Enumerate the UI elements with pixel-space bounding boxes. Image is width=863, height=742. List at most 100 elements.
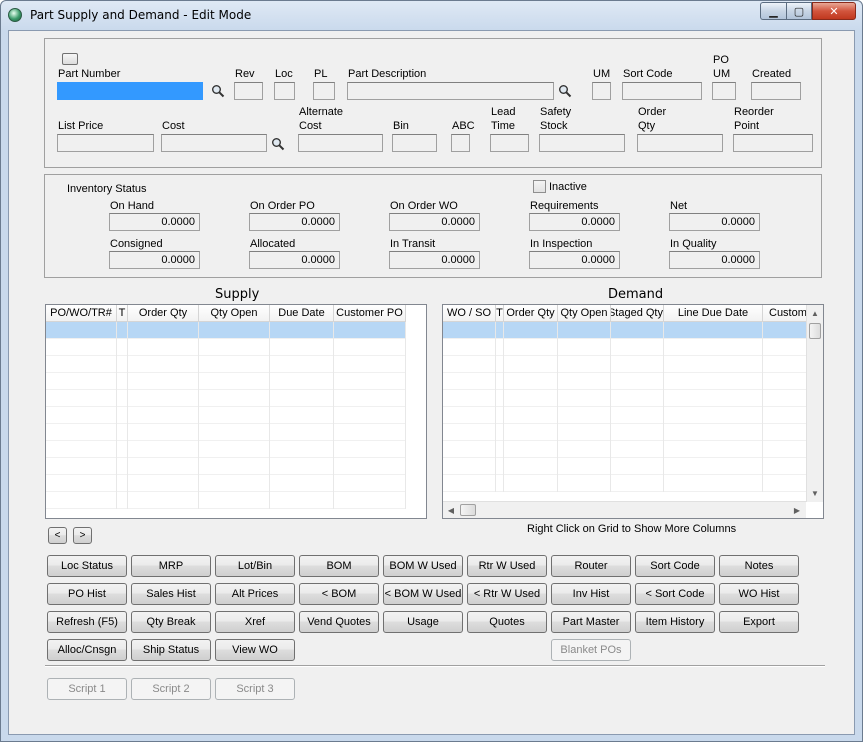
demand-col-header[interactable]: WO / SO bbox=[443, 305, 496, 322]
mrp-button[interactable]: MRP bbox=[131, 555, 211, 577]
demand-vertical-scrollbar[interactable]: ▲ ▼ bbox=[806, 305, 823, 502]
table-cell[interactable] bbox=[763, 441, 808, 458]
table-cell[interactable] bbox=[128, 492, 199, 509]
table-cell[interactable] bbox=[611, 356, 664, 373]
bom-button[interactable]: BOM bbox=[299, 555, 379, 577]
table-cell[interactable] bbox=[558, 424, 611, 441]
table-cell[interactable] bbox=[664, 373, 763, 390]
table-cell[interactable] bbox=[334, 322, 406, 339]
table-cell[interactable] bbox=[763, 339, 808, 356]
table-cell[interactable] bbox=[199, 441, 270, 458]
table-row[interactable] bbox=[46, 322, 406, 339]
table-cell[interactable] bbox=[443, 424, 496, 441]
table-cell[interactable] bbox=[46, 356, 117, 373]
table-cell[interactable] bbox=[117, 441, 128, 458]
table-cell[interactable] bbox=[443, 441, 496, 458]
bom-w-used-button[interactable]: BOM W Used bbox=[383, 555, 463, 577]
table-cell[interactable] bbox=[763, 373, 808, 390]
table-cell[interactable] bbox=[496, 373, 504, 390]
table-cell[interactable] bbox=[270, 407, 334, 424]
demand-col-header[interactable]: Staged Qty bbox=[611, 305, 664, 322]
table-row[interactable] bbox=[46, 492, 406, 509]
table-cell[interactable] bbox=[334, 475, 406, 492]
table-cell[interactable] bbox=[199, 322, 270, 339]
table-cell[interactable] bbox=[611, 441, 664, 458]
loc-status-button[interactable]: Loc Status bbox=[47, 555, 127, 577]
sort-code-button[interactable]: < Sort Code bbox=[635, 583, 715, 605]
quotes-button[interactable]: Quotes bbox=[467, 611, 547, 633]
loc-field[interactable] bbox=[274, 82, 295, 100]
table-cell[interactable] bbox=[117, 339, 128, 356]
table-cell[interactable] bbox=[611, 390, 664, 407]
bin-field[interactable] bbox=[392, 134, 437, 152]
bom-w-used-button[interactable]: < BOM W Used bbox=[383, 583, 463, 605]
table-cell[interactable] bbox=[504, 458, 558, 475]
part-master-button[interactable]: Part Master bbox=[551, 611, 631, 633]
table-cell[interactable] bbox=[763, 356, 808, 373]
scroll-up-icon[interactable]: ▲ bbox=[807, 305, 823, 322]
table-row[interactable] bbox=[46, 441, 406, 458]
table-cell[interactable] bbox=[496, 356, 504, 373]
supply-col-header[interactable]: T bbox=[117, 305, 128, 322]
demand-hscroll-thumb[interactable] bbox=[460, 504, 476, 516]
demand-col-header[interactable]: Customer bbox=[763, 305, 808, 322]
table-cell[interactable] bbox=[443, 458, 496, 475]
router-button[interactable]: Router bbox=[551, 555, 631, 577]
table-cell[interactable] bbox=[496, 322, 504, 339]
script-2-button[interactable]: Script 2 bbox=[131, 678, 211, 700]
table-cell[interactable] bbox=[664, 407, 763, 424]
table-cell[interactable] bbox=[496, 407, 504, 424]
table-cell[interactable] bbox=[504, 475, 558, 492]
table-cell[interactable] bbox=[664, 390, 763, 407]
demand-vscroll-thumb[interactable] bbox=[809, 323, 821, 339]
prev-button[interactable]: < bbox=[48, 527, 67, 544]
table-cell[interactable] bbox=[117, 407, 128, 424]
supply-col-header[interactable]: Order Qty bbox=[128, 305, 199, 322]
table-cell[interactable] bbox=[611, 322, 664, 339]
table-cell[interactable] bbox=[443, 373, 496, 390]
table-cell[interactable] bbox=[199, 339, 270, 356]
table-row[interactable] bbox=[46, 356, 406, 373]
table-cell[interactable] bbox=[443, 322, 496, 339]
table-row[interactable] bbox=[46, 373, 406, 390]
table-cell[interactable] bbox=[504, 424, 558, 441]
rtr-w-used-button[interactable]: Rtr W Used bbox=[467, 555, 547, 577]
table-row[interactable] bbox=[443, 322, 808, 339]
table-row[interactable] bbox=[443, 458, 808, 475]
table-cell[interactable] bbox=[46, 407, 117, 424]
table-cell[interactable] bbox=[558, 390, 611, 407]
table-row[interactable] bbox=[46, 475, 406, 492]
table-row[interactable] bbox=[443, 373, 808, 390]
table-cell[interactable] bbox=[496, 475, 504, 492]
demand-col-header[interactable]: T bbox=[496, 305, 504, 322]
demand-grid[interactable]: WO / SO T Order Qty Qty Open Staged Qty … bbox=[442, 304, 824, 519]
table-cell[interactable] bbox=[117, 356, 128, 373]
sales-hist-button[interactable]: Sales Hist bbox=[131, 583, 211, 605]
demand-grid-body[interactable] bbox=[443, 322, 808, 492]
ship-status-button[interactable]: Ship Status bbox=[131, 639, 211, 661]
safety-stock-field[interactable] bbox=[539, 134, 625, 152]
table-cell[interactable] bbox=[504, 322, 558, 339]
part-search-icon[interactable] bbox=[211, 84, 225, 98]
table-cell[interactable] bbox=[117, 373, 128, 390]
po-hist-button[interactable]: PO Hist bbox=[47, 583, 127, 605]
refresh-f5-button[interactable]: Refresh (F5) bbox=[47, 611, 127, 633]
table-cell[interactable] bbox=[128, 322, 199, 339]
view-wo-button[interactable]: View WO bbox=[215, 639, 295, 661]
table-cell[interactable] bbox=[46, 475, 117, 492]
table-cell[interactable] bbox=[128, 373, 199, 390]
table-cell[interactable] bbox=[270, 339, 334, 356]
table-cell[interactable] bbox=[46, 424, 117, 441]
qty-break-button[interactable]: Qty Break bbox=[131, 611, 211, 633]
table-row[interactable] bbox=[443, 441, 808, 458]
table-cell[interactable] bbox=[558, 475, 611, 492]
table-cell[interactable] bbox=[558, 441, 611, 458]
demand-col-header[interactable]: Order Qty bbox=[504, 305, 558, 322]
table-row[interactable] bbox=[443, 390, 808, 407]
table-cell[interactable] bbox=[611, 339, 664, 356]
usage-button[interactable]: Usage bbox=[383, 611, 463, 633]
table-cell[interactable] bbox=[270, 356, 334, 373]
table-cell[interactable] bbox=[558, 458, 611, 475]
table-row[interactable] bbox=[46, 458, 406, 475]
table-cell[interactable] bbox=[496, 458, 504, 475]
